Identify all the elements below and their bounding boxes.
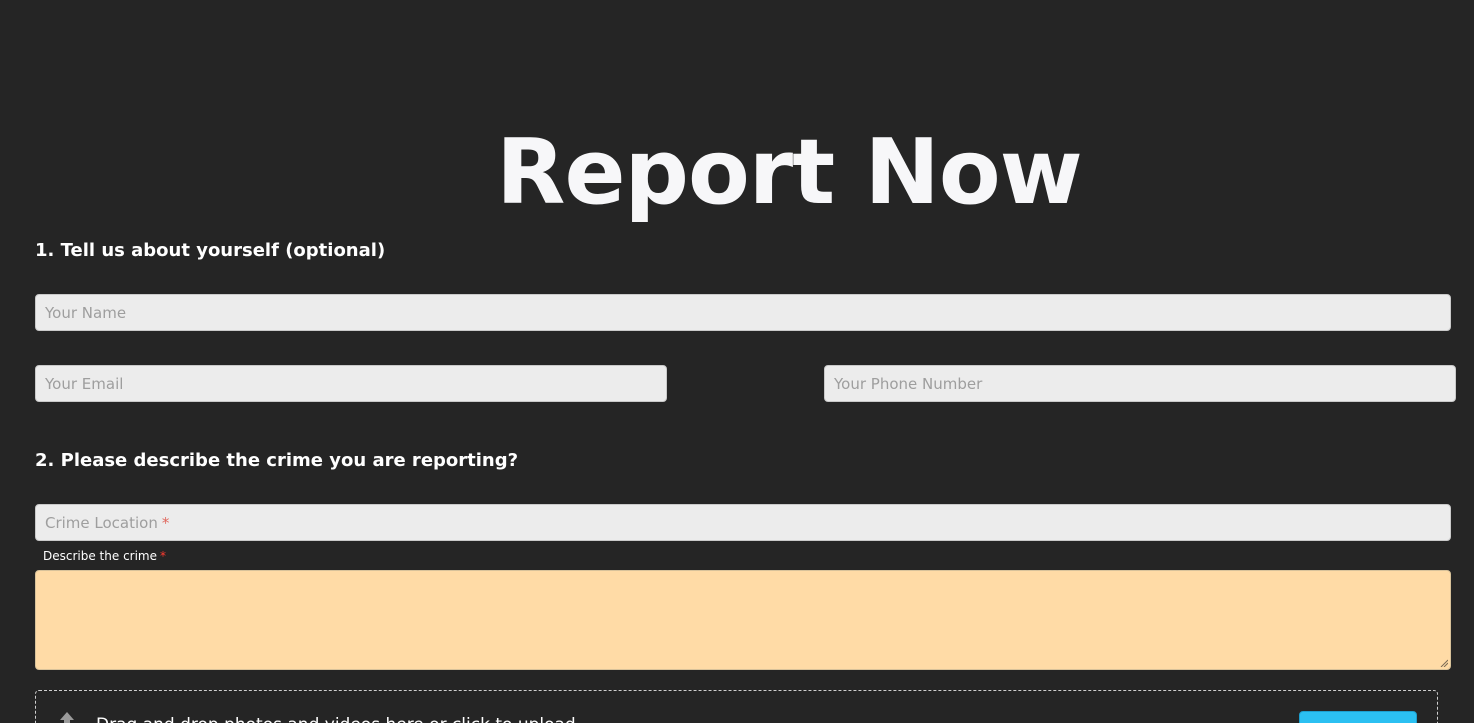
page-title: Report Now [496, 120, 1083, 225]
required-marker: * [160, 549, 166, 563]
upload-button[interactable] [1299, 711, 1417, 723]
describe-crime-textarea[interactable] [35, 570, 1451, 670]
crime-location-input[interactable]: Crime Location * [35, 504, 1451, 541]
crime-location-placeholder: Crime Location [45, 513, 158, 532]
upload-dropzone[interactable]: Drag and drop photos and videos here or … [35, 690, 1438, 723]
email-input[interactable]: Your Email [35, 365, 667, 402]
upload-prompt: Drag and drop photos and videos here or … [96, 715, 576, 723]
required-marker: * [161, 513, 170, 532]
email-placeholder: Your Email [45, 374, 124, 393]
resize-grip-icon[interactable] [1440, 659, 1448, 667]
name-placeholder: Your Name [45, 303, 127, 322]
report-page: Report Now 1. Tell us about yourself (op… [0, 0, 1474, 723]
section-crime-heading: 2. Please describe the crime you are rep… [35, 450, 519, 471]
upload-arrow-icon [60, 712, 74, 723]
name-input[interactable]: Your Name [35, 294, 1451, 331]
describe-crime-label: Describe the crime * [43, 548, 166, 564]
phone-placeholder: Your Phone Number [834, 374, 983, 393]
phone-input[interactable]: Your Phone Number [824, 365, 1456, 402]
describe-crime-label-text: Describe the crime [43, 549, 157, 563]
section-about-yourself-heading: 1. Tell us about yourself (optional) [35, 240, 386, 261]
